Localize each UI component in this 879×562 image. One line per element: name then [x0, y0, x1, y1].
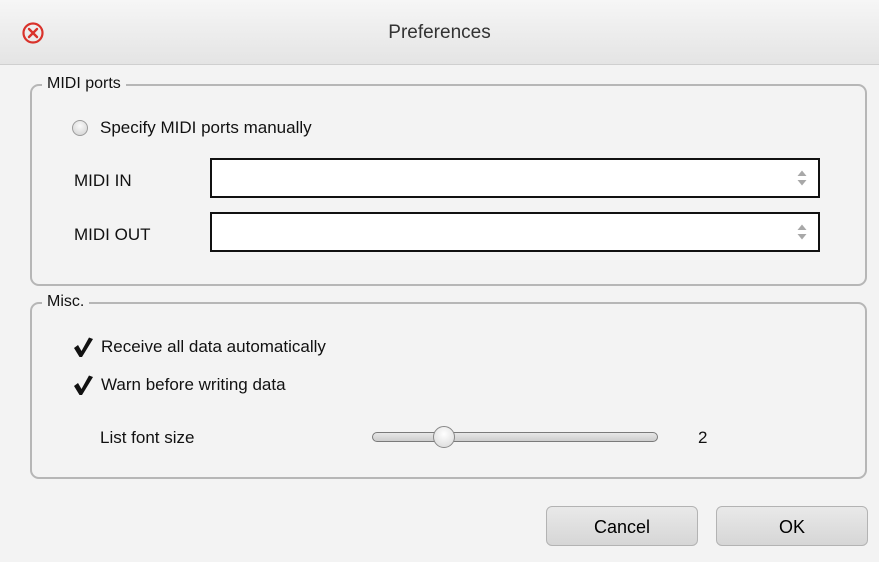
specify-midi-ports-radio[interactable]: Specify MIDI ports manually: [72, 118, 312, 138]
ok-button[interactable]: OK: [716, 506, 868, 546]
list-font-size-value: 2: [698, 428, 708, 447]
up-down-arrows-icon: [797, 224, 807, 240]
cancel-button[interactable]: Cancel: [546, 506, 698, 546]
receive-all-checkbox[interactable]: Receive all data automatically: [72, 336, 326, 358]
misc-group: Misc. Receive all data automatically War…: [30, 292, 867, 479]
slider-knob[interactable]: [433, 426, 455, 448]
midi-in-label: MIDI IN: [74, 171, 132, 190]
radio-button-icon[interactable]: [72, 120, 88, 136]
window-title: Preferences: [388, 22, 491, 43]
specify-midi-ports-label: Specify MIDI ports manually: [100, 118, 312, 137]
preferences-window: Preferences MIDI ports Specify MIDI port…: [0, 0, 879, 562]
list-font-size-slider[interactable]: [372, 426, 658, 448]
up-down-arrows-icon: [797, 170, 807, 186]
midi-in-select[interactable]: [210, 158, 820, 198]
warn-before-writing-label: Warn before writing data: [101, 375, 286, 394]
checkmark-icon[interactable]: [72, 336, 94, 358]
warn-before-writing-checkbox[interactable]: Warn before writing data: [72, 374, 286, 396]
midi-ports-group-label: MIDI ports: [42, 74, 126, 94]
checkmark-icon[interactable]: [72, 374, 94, 396]
title-bar: Preferences: [0, 0, 879, 65]
midi-out-select[interactable]: [210, 212, 820, 252]
midi-ports-group: MIDI ports Specify MIDI ports manually M…: [30, 74, 867, 286]
receive-all-label: Receive all data automatically: [101, 337, 326, 356]
list-font-size-label: List font size: [100, 428, 195, 447]
misc-group-label: Misc.: [42, 292, 90, 312]
midi-out-label: MIDI OUT: [74, 225, 151, 244]
